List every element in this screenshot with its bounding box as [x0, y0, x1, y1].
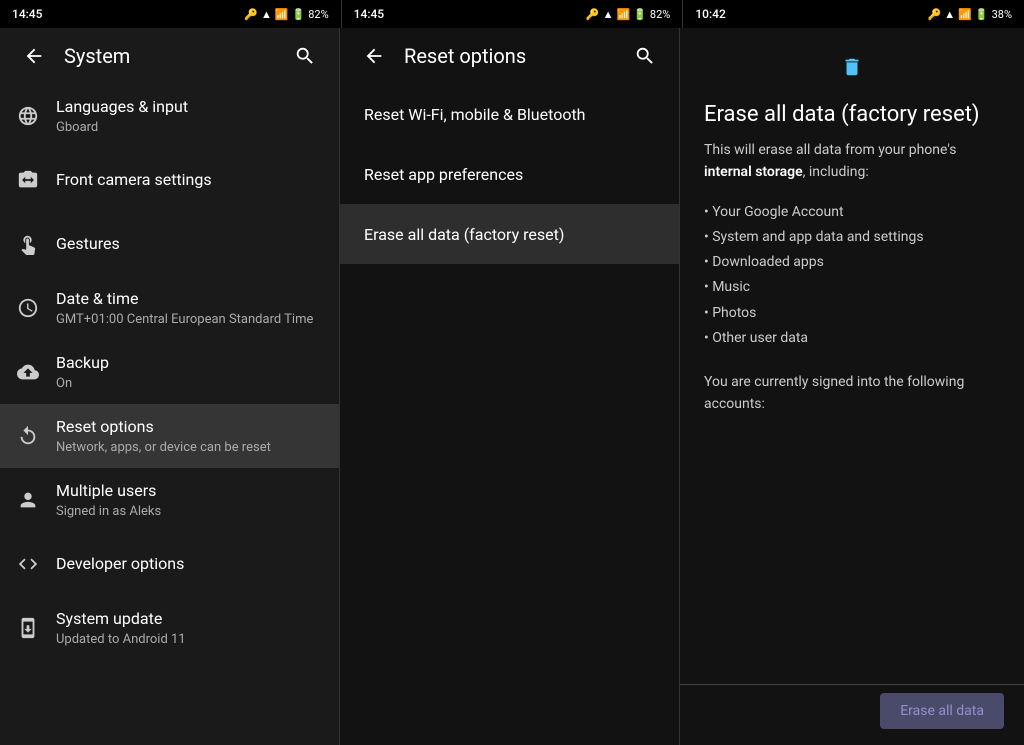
status-bars: 14:45 🔑 ▲ 📶 🔋 82% 14:45 🔑 ▲ 📶 🔋 82% 10:4… [0, 0, 1024, 28]
date-time-label: Date & time [56, 289, 323, 310]
gestures-icon [16, 232, 40, 256]
backup-sublabel: On [56, 376, 323, 391]
erase-list-item: • Your Google Account [704, 200, 1000, 225]
sidebar-item-date-time[interactable]: Date & time GMT+01:00 Central European S… [0, 276, 339, 340]
time-1: 14:45 [12, 7, 42, 21]
left-panel-title: System [64, 44, 275, 68]
language-icon [16, 104, 40, 128]
sidebar-item-languages[interactable]: Languages & input Gboard [0, 84, 339, 148]
main-content: System Languages & input Gboard [0, 28, 1024, 745]
divider [680, 684, 1024, 685]
multiple-users-label: Multiple users [56, 481, 323, 502]
erase-desc-bold: internal storage [704, 164, 803, 180]
erase-list-item: • Music [704, 275, 1000, 300]
sidebar-item-system-update[interactable]: System update Updated to Android 11 [0, 596, 339, 660]
erase-list: • Your Google Account • System and app d… [704, 200, 1000, 351]
person-icon [16, 488, 40, 512]
erase-list-item: • System and app data and settings [704, 225, 1000, 250]
system-update-icon [16, 616, 40, 640]
middle-panel-header: Reset options [340, 28, 679, 84]
settings-list: Languages & input Gboard Front camera se… [0, 84, 339, 745]
erase-desc-text-2: , including: [803, 164, 869, 180]
sidebar-item-gestures[interactable]: Gestures [0, 212, 339, 276]
erase-description: This will erase all data from your phone… [704, 139, 1000, 184]
erase-desc-text-1: This will erase all data from your phone… [704, 142, 956, 158]
languages-label: Languages & input [56, 97, 323, 118]
middle-panel-title: Reset options [404, 44, 615, 68]
erase-list-item: • Photos [704, 301, 1000, 326]
reset-options-sublabel: Network, apps, or device can be reset [56, 440, 323, 455]
sidebar-item-multiple-users[interactable]: Multiple users Signed in as Aleks [0, 468, 339, 532]
developer-options-label: Developer options [56, 554, 323, 575]
time-3: 10:42 [695, 7, 725, 21]
trash-icon-container [704, 48, 1000, 86]
reset-app-preferences-item[interactable]: Reset app preferences [340, 144, 679, 204]
status-icons-3: 🔑 ▲ 📶 🔋 38% [928, 8, 1012, 21]
erase-btn-container: Erase all data [880, 693, 1004, 729]
left-panel-header: System [0, 28, 339, 84]
front-camera-label: Front camera settings [56, 170, 323, 191]
trash-icon [841, 48, 863, 86]
reset-wifi-item[interactable]: Reset Wi-Fi, mobile & Bluetooth [340, 84, 679, 144]
erase-all-data-label: Erase all data (factory reset) [364, 225, 564, 244]
status-bar-2: 14:45 🔑 ▲ 📶 🔋 82% [342, 0, 684, 28]
backup-label: Backup [56, 353, 323, 374]
status-bar-3: 10:42 🔑 ▲ 📶 🔋 38% [683, 0, 1024, 28]
erase-accounts-text: You are currently signed into the follow… [704, 371, 1000, 416]
gestures-label: Gestures [56, 234, 323, 255]
back-button-middle[interactable] [356, 38, 392, 74]
erase-all-data-button[interactable]: Erase all data [880, 693, 1004, 729]
time-2: 14:45 [354, 7, 384, 21]
system-update-label: System update [56, 609, 323, 630]
status-icons-1: 🔑 ▲ 📶 🔋 82% [244, 8, 328, 21]
clock-icon [16, 296, 40, 320]
sidebar-item-developer-options[interactable]: Developer options [0, 532, 339, 596]
erase-all-data-item[interactable]: Erase all data (factory reset) [340, 204, 679, 264]
erase-list-item: • Other user data [704, 326, 1000, 351]
reset-icon [16, 424, 40, 448]
reset-app-preferences-label: Reset app preferences [364, 165, 523, 184]
sidebar-item-front-camera[interactable]: Front camera settings [0, 148, 339, 212]
date-time-sublabel: GMT+01:00 Central European Standard Time [56, 312, 323, 327]
languages-sublabel: Gboard [56, 120, 323, 135]
erase-all-data-title: Erase all data (factory reset) [704, 102, 1000, 127]
developer-icon [16, 552, 40, 576]
right-panel: Erase all data (factory reset) This will… [680, 28, 1024, 745]
multiple-users-sublabel: Signed in as Aleks [56, 504, 323, 519]
back-button-left[interactable] [16, 38, 52, 74]
backup-icon [16, 360, 40, 384]
camera-front-icon [16, 168, 40, 192]
sidebar-item-reset-options[interactable]: Reset options Network, apps, or device c… [0, 404, 339, 468]
search-button-left[interactable] [287, 38, 323, 74]
status-icons-2: 🔑 ▲ 📶 🔋 82% [586, 8, 670, 21]
status-bar-1: 14:45 🔑 ▲ 📶 🔋 82% [0, 0, 342, 28]
search-button-middle[interactable] [627, 38, 663, 74]
middle-panel: Reset options Reset Wi-Fi, mobile & Blue… [340, 28, 680, 745]
erase-list-item: • Downloaded apps [704, 250, 1000, 275]
sidebar-item-backup[interactable]: Backup On [0, 340, 339, 404]
system-update-sublabel: Updated to Android 11 [56, 632, 323, 647]
reset-options-label: Reset options [56, 417, 323, 438]
left-panel: System Languages & input Gboard [0, 28, 340, 745]
reset-options-list: Reset Wi-Fi, mobile & Bluetooth Reset ap… [340, 84, 679, 745]
reset-wifi-label: Reset Wi-Fi, mobile & Bluetooth [364, 105, 585, 124]
